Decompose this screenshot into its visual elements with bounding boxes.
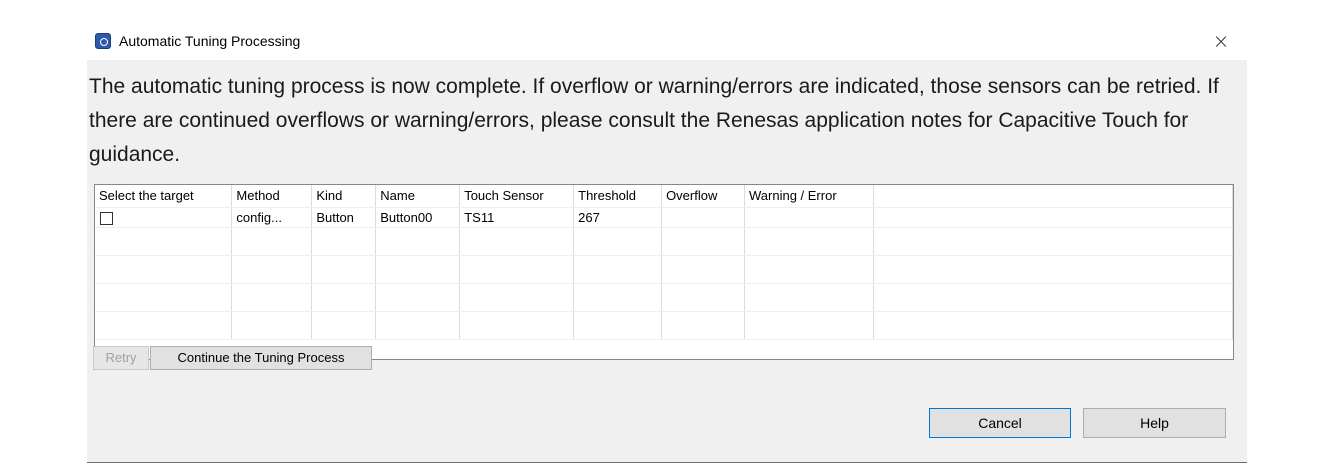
continue-tuning-button[interactable]: Continue the Tuning Process (150, 346, 372, 370)
empty-cell (459, 311, 575, 340)
empty-cell (661, 311, 745, 340)
filler-cell (873, 207, 1233, 228)
empty-cell (573, 227, 663, 256)
column-header-touch-sensor[interactable]: Touch Sensor (459, 185, 575, 208)
empty-cell (375, 311, 461, 340)
empty-cell (311, 227, 377, 256)
empty-cell (95, 311, 233, 340)
empty-cell (661, 283, 745, 312)
touch-sensor-cell: TS11 (459, 207, 575, 228)
empty-cell (95, 227, 233, 256)
cancel-button[interactable]: Cancel (929, 408, 1071, 438)
empty-cell (231, 283, 313, 312)
empty-cell (573, 255, 663, 284)
column-header-name[interactable]: Name (375, 185, 461, 208)
empty-cell (873, 255, 1233, 284)
app-icon (95, 33, 111, 49)
window-title: Automatic Tuning Processing (119, 33, 301, 49)
empty-cell (661, 255, 745, 284)
empty-row (95, 227, 1233, 256)
empty-cell (311, 283, 377, 312)
column-header-warning-error[interactable]: Warning / Error (744, 185, 874, 208)
results-table: Select the target Method Kind Name Touch… (94, 184, 1234, 360)
empty-cell (661, 227, 745, 256)
empty-cell (873, 227, 1233, 256)
column-header-overflow[interactable]: Overflow (661, 185, 745, 208)
empty-cell (873, 283, 1233, 312)
overflow-cell (661, 207, 745, 228)
method-cell: config... (231, 207, 313, 228)
empty-cell (375, 283, 461, 312)
select-target-checkbox[interactable] (100, 212, 113, 226)
empty-row (95, 283, 1233, 312)
empty-cell (311, 255, 377, 284)
completion-message: The automatic tuning process is now comp… (89, 75, 1219, 166)
empty-cell (95, 283, 233, 312)
retry-button[interactable]: Retry (93, 346, 149, 370)
empty-cell (573, 311, 663, 340)
empty-row (95, 255, 1233, 284)
threshold-cell: 267 (573, 207, 663, 228)
empty-cell (311, 311, 377, 340)
column-header-filler (873, 185, 1233, 208)
title-bar: Automatic Tuning Processing × (87, 22, 1247, 60)
empty-cell (375, 227, 461, 256)
table-header-row: Select the target Method Kind Name Touch… (95, 185, 1233, 208)
empty-cell (744, 227, 874, 256)
empty-cell (744, 311, 874, 340)
column-header-method[interactable]: Method (231, 185, 313, 208)
close-icon[interactable]: × (1209, 28, 1233, 54)
tuning-dialog: Automatic Tuning Processing × The automa… (87, 22, 1247, 463)
empty-cell (459, 255, 575, 284)
help-button[interactable]: Help (1083, 408, 1226, 438)
results-grid: Select the target Method Kind Name Touch… (95, 185, 1233, 340)
empty-cell (744, 255, 874, 284)
empty-cell (744, 283, 874, 312)
select-cell (95, 207, 233, 228)
kind-cell: Button (311, 207, 377, 228)
empty-cell (375, 255, 461, 284)
empty-cell (459, 283, 575, 312)
empty-cell (459, 227, 575, 256)
empty-cell (231, 255, 313, 284)
empty-cell (873, 311, 1233, 340)
column-header-kind[interactable]: Kind (311, 185, 377, 208)
empty-cell (231, 227, 313, 256)
empty-cell (231, 311, 313, 340)
table-row[interactable]: config... Button Button00 TS11 267 (95, 207, 1233, 228)
empty-cell (95, 255, 233, 284)
name-cell: Button00 (375, 207, 461, 228)
column-header-threshold[interactable]: Threshold (573, 185, 663, 208)
warning-error-cell (744, 207, 874, 228)
empty-row (95, 311, 1233, 340)
column-header-select[interactable]: Select the target (95, 185, 233, 208)
empty-cell (573, 283, 663, 312)
